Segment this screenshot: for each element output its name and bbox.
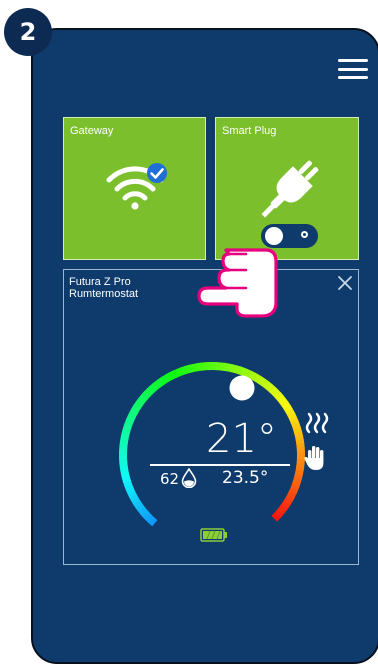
hamburger-line: [338, 59, 368, 62]
temperature-divider: [150, 464, 290, 466]
hamburger-line: [338, 76, 368, 79]
smart-plug-label: Smart Plug: [222, 125, 276, 137]
arc-segment: [274, 515, 277, 518]
menu-button[interactable]: [338, 59, 368, 79]
set-temperature: 23.5°: [222, 468, 268, 488]
checkmark-badge-icon: [147, 163, 167, 183]
toggle-knob: [265, 227, 283, 245]
current-temperature: 21°: [206, 419, 277, 459]
step-badge: 2: [4, 8, 52, 56]
hand-manual-icon[interactable]: [304, 445, 326, 471]
wifi-icon: [105, 163, 169, 211]
gateway-label: Gateway: [70, 125, 113, 137]
battery-icon: [200, 528, 228, 542]
smart-plug-tile[interactable]: Smart Plug: [215, 117, 359, 260]
toggle-off-indicator: [301, 231, 308, 238]
pointing-hand-icon: [196, 244, 282, 324]
heat-waves-icon[interactable]: [305, 412, 329, 434]
humidity-drop-icon: [181, 468, 197, 488]
hamburger-line: [338, 68, 368, 71]
phone-screen: Gateway Smart Plug: [31, 28, 378, 664]
humidity-value: 62: [160, 470, 179, 488]
dial-handle[interactable]: [230, 376, 255, 401]
plug-icon: [257, 160, 319, 222]
gateway-tile[interactable]: Gateway: [63, 117, 206, 260]
